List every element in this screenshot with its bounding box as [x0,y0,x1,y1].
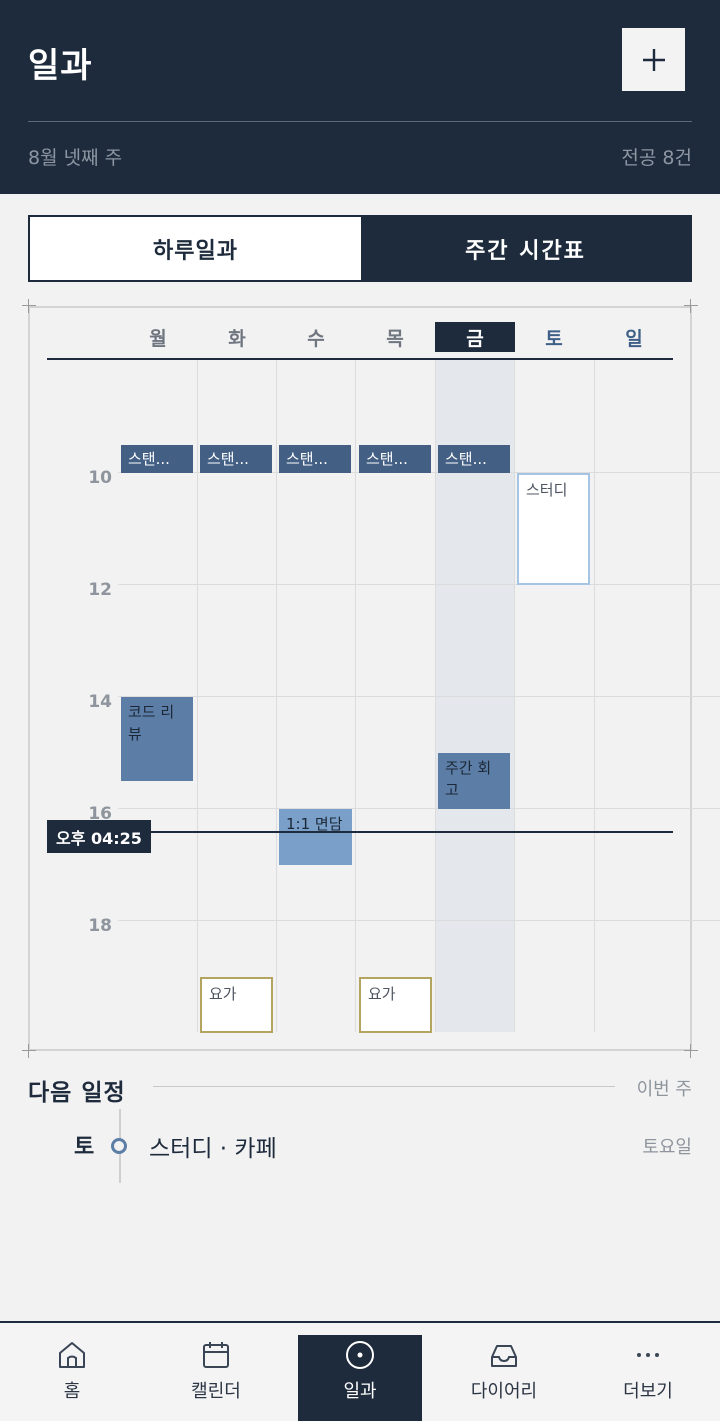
nav-home[interactable]: 홈 [10,1323,134,1421]
day-header-fri[interactable]: 금 [435,322,515,352]
grid-hour-line [118,584,720,585]
calendar-icon [203,1342,229,1368]
inbox-icon [491,1345,517,1367]
schedule-item-title[interactable]: 스터디 · 카페 [149,1129,277,1163]
day-header-tue[interactable]: 화 [197,322,277,352]
timeline-dot [111,1138,127,1154]
corner-tick [22,1050,36,1051]
nav-label: 캘린더 [191,1381,241,1402]
plus-icon [642,48,665,71]
event-yoga-tue[interactable]: 요가 [200,977,273,1033]
event-standup-thu[interactable]: 스탠... [359,445,431,473]
bottom-nav: 홈 캘린더 일과 다이어리 더보기 [0,1321,720,1421]
schedule-item-when: 토요일 [642,1137,692,1158]
compass-icon [346,1341,374,1369]
event-yoga-thu[interactable]: 요가 [359,977,432,1033]
tab-weekly-timetable[interactable]: 주간 시간표 [361,217,690,280]
page-title: 일과 [28,46,93,86]
day-header-mon[interactable]: 월 [118,322,198,352]
grid-hour-line [118,696,720,697]
nav-routine[interactable]: 일과 [298,1335,422,1421]
event-study-sat[interactable]: 스터디 [517,473,590,585]
schedule-day: 토 [74,1135,95,1160]
corner-tick [28,1044,29,1058]
nav-label: 더보기 [623,1381,673,1402]
event-standup-fri[interactable]: 스탠... [438,445,510,473]
event-weekly-retro-fri[interactable]: 주간 회고 [438,753,510,809]
day-header-sat[interactable]: 토 [514,322,594,352]
nav-more[interactable]: 더보기 [586,1323,710,1421]
day-header-sun[interactable]: 일 [594,322,674,352]
next-schedule-scope: 이번 주 [636,1079,692,1100]
app-header: 일과 8월 넷째 주 전공 8건 [0,0,720,194]
corner-tick [690,1044,691,1058]
corner-tick [22,305,36,306]
corner-tick [690,299,691,313]
event-one-on-one-wed[interactable]: 1:1 면담 [279,809,352,865]
hour-label: 12 [88,580,112,600]
major-count: 전공 8건 [621,147,692,169]
corner-tick [28,299,29,313]
grid-hour-line [118,808,720,809]
day-header-underline [47,358,673,360]
week-label: 8월 넷째 주 [28,147,123,169]
add-button[interactable] [622,28,685,91]
nav-label: 다이어리 [470,1381,538,1402]
nav-label: 홈 [63,1381,81,1402]
nav-calendar[interactable]: 캘린더 [154,1323,278,1421]
header-divider [28,121,692,122]
hour-label: 18 [88,916,112,936]
grid-hour-line [118,920,720,921]
corner-tick [684,305,698,306]
home-icon [59,1342,85,1368]
more-icon [637,1353,659,1357]
nav-diary[interactable]: 다이어리 [442,1323,566,1421]
timetable-frame [28,306,692,1051]
view-toggle: 하루일과 주간 시간표 [28,215,692,282]
event-standup-mon[interactable]: 스탠... [121,445,193,473]
event-standup-tue[interactable]: 스탠... [200,445,272,473]
day-header-wed[interactable]: 수 [276,322,356,352]
event-code-review-mon[interactable]: 코드 리뷰 [121,697,193,781]
current-time-badge: 오후 04:25 [47,820,151,853]
tab-daily-routine[interactable]: 하루일과 [30,217,361,280]
day-header-thu[interactable]: 목 [355,322,435,352]
hour-label: 14 [88,692,112,712]
nav-label: 일과 [343,1381,377,1402]
corner-tick [684,1050,698,1051]
next-schedule-title: 다음 일정 [28,1080,126,1106]
event-standup-wed[interactable]: 스탠... [279,445,351,473]
next-schedule-divider [153,1086,615,1087]
hour-label: 10 [88,468,112,488]
